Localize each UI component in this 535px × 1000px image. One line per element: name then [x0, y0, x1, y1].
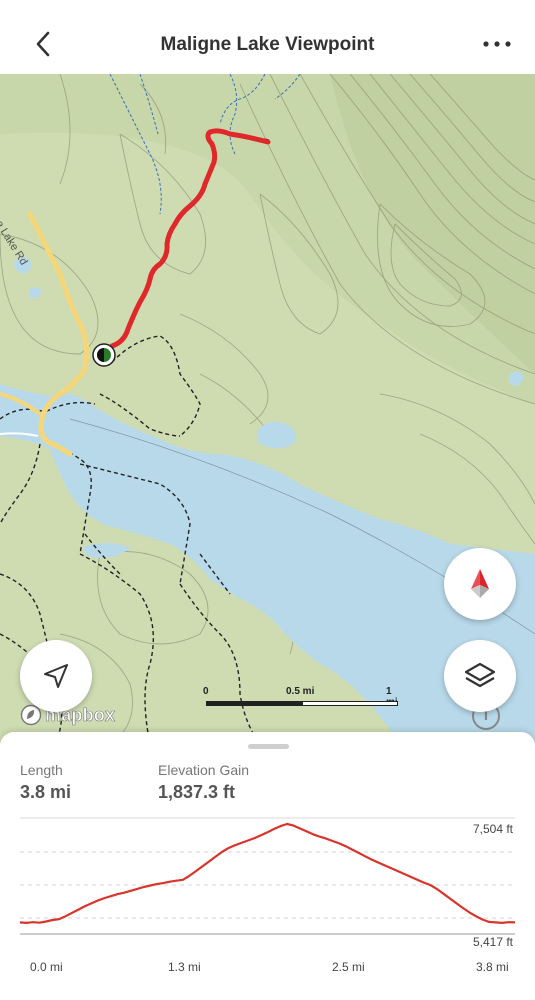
length-stat: Length 3.8 mi: [20, 762, 71, 803]
x-tick-label: 3.8 mi: [476, 960, 509, 974]
compass-icon: [471, 569, 489, 598]
layers-icon: [464, 662, 496, 688]
more-horizontal-icon: [483, 41, 511, 47]
page-title: Maligne Lake Viewpoint: [160, 34, 375, 55]
trailhead-marker[interactable]: [92, 343, 116, 367]
trail-details-sheet[interactable]: Length 3.8 mi Elevation Gain 1,837.3 ft …: [0, 732, 535, 1000]
layers-button[interactable]: [444, 640, 516, 712]
compass-button[interactable]: [444, 548, 516, 620]
elevation-gain-stat: Elevation Gain 1,837.3 ft: [158, 762, 249, 803]
scale-bar-dark: [206, 701, 302, 706]
scale-label-0: 0: [203, 686, 209, 697]
elevation-gain-label: Elevation Gain: [158, 762, 250, 778]
sheet-drag-handle[interactable]: [248, 744, 289, 749]
y-tick-label-max: 7,504 ft: [472, 822, 513, 836]
x-tick-label: 1.3 mi: [168, 960, 201, 974]
x-tick-label: 0.0 mi: [30, 960, 63, 974]
scale-label-half: 0.5 mi: [286, 686, 315, 697]
more-options-button[interactable]: [481, 30, 513, 58]
locate-me-button[interactable]: [20, 640, 92, 712]
x-tick-label: 2.5 mi: [332, 960, 365, 974]
y-tick-label-min: 5,417 ft: [472, 935, 513, 949]
map-canvas[interactable]: [0, 74, 535, 744]
elevation-profile-chart[interactable]: [0, 812, 535, 972]
elevation-gain-value: 1,837.3 ft: [158, 782, 236, 802]
scale-bar-light: [302, 701, 398, 706]
elevation-series-line: [19, 822, 516, 924]
navigation-arrow-icon: [44, 664, 68, 688]
length-label: Length: [20, 762, 63, 778]
top-bar: Maligne Lake Viewpoint: [0, 0, 535, 74]
map-scale-bar: 0 0.5 mi 1 mi: [203, 686, 398, 716]
length-value: 3.8 mi: [20, 782, 72, 802]
trail-map[interactable]: ligne Lake Rd: [0, 74, 535, 744]
